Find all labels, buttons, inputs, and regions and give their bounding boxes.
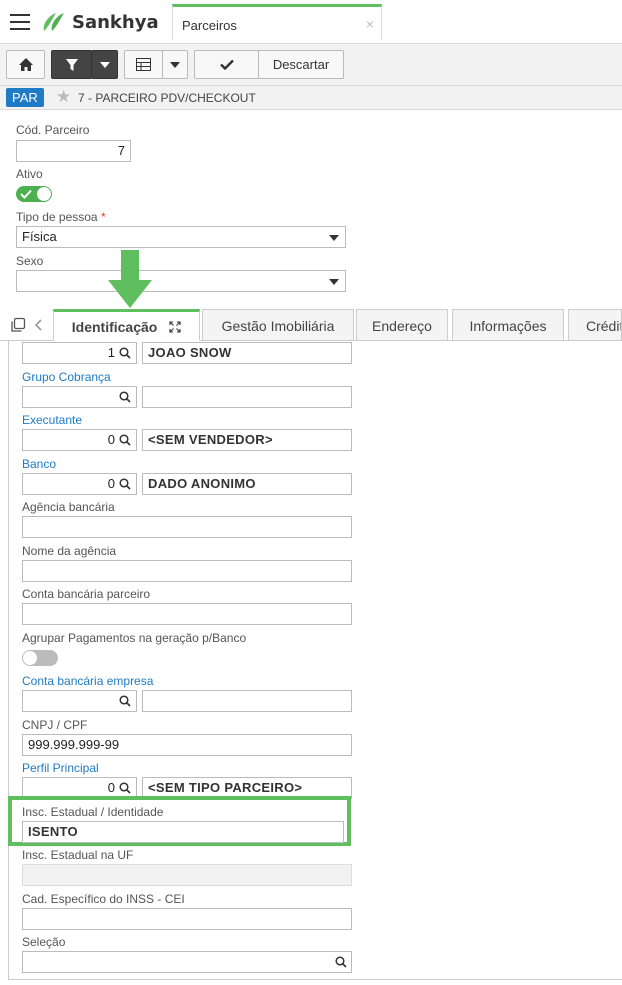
- required-marker: *: [100, 210, 106, 224]
- search-icon[interactable]: [119, 347, 131, 359]
- tab-endereco[interactable]: Endereço: [356, 309, 448, 341]
- tab-parceiros[interactable]: Parceiros ×: [172, 4, 382, 40]
- parceiro-desc-field[interactable]: JOAO SNOW: [142, 342, 352, 364]
- nome-agencia-label: Nome da agência: [22, 544, 117, 558]
- chevron-left-icon[interactable]: [34, 319, 42, 331]
- chevron-down-icon: [329, 235, 339, 241]
- tab-parceiros-label: Parceiros: [182, 18, 237, 33]
- filter-icon: [65, 58, 78, 71]
- filter-dropdown-button[interactable]: [91, 50, 118, 79]
- copy-icon[interactable]: [10, 317, 26, 333]
- conta-bancaria-parceiro-field[interactable]: [22, 603, 352, 625]
- agencia-bancaria-field[interactable]: [22, 516, 352, 538]
- grid-icon: [136, 58, 151, 71]
- banco-desc-field[interactable]: DADO ANONIMO: [142, 473, 352, 495]
- chevron-down-icon: [99, 61, 110, 68]
- executante-label[interactable]: Executante: [22, 413, 82, 427]
- banco-label[interactable]: Banco: [22, 457, 56, 471]
- toolbar: Descartar: [0, 44, 622, 86]
- search-icon[interactable]: [119, 434, 131, 446]
- brand-name: Sankhya: [72, 11, 159, 33]
- insc-estadual-label: Insc. Estadual / Identidade: [22, 805, 164, 819]
- check-icon: [20, 189, 32, 199]
- insc-estadual-uf-label: Insc. Estadual na UF: [22, 848, 134, 862]
- executante-desc-field[interactable]: <SEM VENDEDOR>: [142, 429, 352, 451]
- menu-icon[interactable]: [10, 14, 30, 30]
- record-title: 7 - PARCEIRO PDV/CHECKOUT: [78, 91, 256, 105]
- conta-bancaria-empresa-label[interactable]: Conta bancária empresa: [22, 674, 153, 688]
- tipo-pessoa-select[interactable]: Física: [16, 226, 346, 248]
- chevron-down-icon: [329, 279, 339, 285]
- search-icon[interactable]: [335, 956, 347, 968]
- search-icon[interactable]: [119, 478, 131, 490]
- conta-bancaria-empresa-desc-field[interactable]: [142, 690, 352, 712]
- cnpj-cpf-label: CNPJ / CPF: [22, 718, 88, 732]
- tab-identificacao-label: Identificação: [71, 319, 158, 335]
- cad-inss-label: Cad. Específico do INSS - CEI: [22, 892, 185, 906]
- sankhya-logo-mark: [43, 13, 64, 31]
- star-icon[interactable]: ★: [56, 87, 71, 107]
- search-icon[interactable]: [119, 391, 131, 403]
- search-icon[interactable]: [119, 782, 131, 794]
- breadcrumb: PAR ★ 7 - PARCEIRO PDV/CHECKOUT: [0, 86, 622, 110]
- search-icon[interactable]: [119, 695, 131, 707]
- sexo-label: Sexo: [16, 254, 44, 268]
- agencia-bancaria-label: Agência bancária: [22, 500, 115, 514]
- cnpj-cpf-field[interactable]: 999.999.999-99: [22, 734, 352, 756]
- expand-icon[interactable]: [169, 321, 181, 333]
- toggle-knob: [23, 651, 37, 665]
- ativo-label: Ativo: [16, 167, 43, 181]
- insc-estadual-uf-field: [22, 864, 352, 886]
- home-button[interactable]: [6, 50, 45, 79]
- selecao-field[interactable]: [22, 951, 352, 973]
- insc-estadual-field[interactable]: ISENTO: [22, 821, 344, 843]
- grupo-cobranca-desc-field[interactable]: [142, 386, 352, 408]
- grid-view-button[interactable]: [124, 50, 163, 79]
- cad-inss-field[interactable]: [22, 908, 352, 930]
- grupo-cobranca-label[interactable]: Grupo Cobrança: [22, 370, 111, 384]
- entity-badge: PAR: [6, 88, 44, 107]
- ativo-toggle[interactable]: [16, 186, 52, 202]
- perfil-principal-label[interactable]: Perfil Principal: [22, 761, 99, 775]
- top-bar: Sankhya Parceiros ×: [0, 0, 622, 44]
- home-icon: [18, 58, 33, 71]
- cod-parceiro-field[interactable]: 7: [16, 140, 131, 162]
- tab-informacoes[interactable]: Informações: [452, 309, 564, 341]
- sankhya-logo: Sankhya: [40, 10, 159, 34]
- grid-dropdown-button[interactable]: [162, 50, 188, 79]
- tab-credito[interactable]: Crédit: [568, 309, 622, 341]
- tipo-pessoa-value: Física: [22, 229, 57, 244]
- selecao-label: Seleção: [22, 935, 66, 949]
- annotation-arrow-icon: [108, 250, 152, 308]
- tab-identificacao[interactable]: Identificação: [53, 309, 200, 341]
- tab-gestao-imobiliaria[interactable]: Gestão Imobiliária: [202, 309, 354, 341]
- tipo-pessoa-label: Tipo de pessoa *: [16, 210, 106, 224]
- conta-bancaria-parceiro-label: Conta bancária parceiro: [22, 587, 151, 601]
- filter-button[interactable]: [51, 50, 92, 79]
- toggle-knob: [37, 187, 51, 201]
- cod-parceiro-label: Cód. Parceiro: [16, 123, 90, 137]
- close-icon[interactable]: ×: [366, 16, 374, 32]
- check-icon: [219, 59, 234, 70]
- chevron-down-icon: [170, 61, 180, 68]
- sexo-select[interactable]: [16, 270, 346, 292]
- tab-bar: Identificação Gestão Imobiliária Endereç…: [0, 309, 622, 341]
- discard-button[interactable]: Descartar: [258, 50, 344, 79]
- agrupar-pagamentos-toggle[interactable]: [22, 650, 58, 666]
- confirm-button[interactable]: [194, 50, 259, 79]
- nome-agencia-field[interactable]: [22, 560, 352, 582]
- agrupar-pagamentos-label: Agrupar Pagamentos na geração p/Banco: [22, 631, 247, 645]
